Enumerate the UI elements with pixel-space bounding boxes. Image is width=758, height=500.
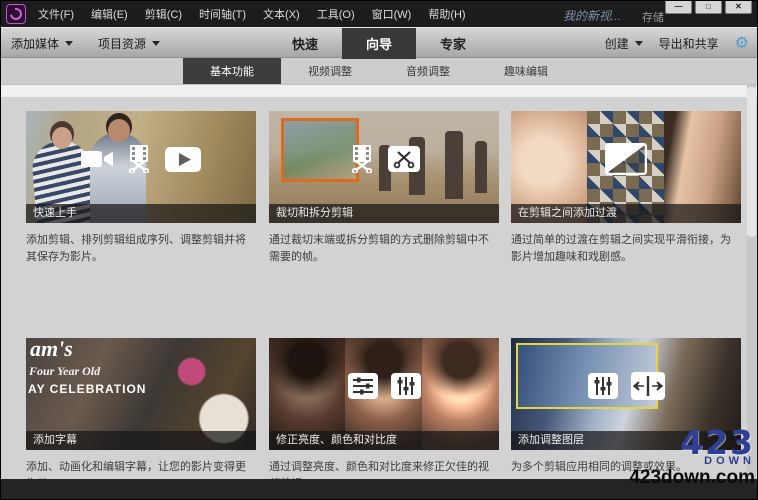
card-thumbnail: am's Four Year Old AY CELEBRATION 添加字幕: [26, 338, 256, 450]
title-overlay-text: AY CELEBRATION: [28, 382, 147, 396]
camcorder-icon: [81, 151, 113, 167]
category-tab[interactable]: 基本功能: [183, 58, 281, 84]
menu-bar: 文件(F) 编辑(E) 剪辑(C) 时间轴(T) 文本(X) 工具(O) 窗口(W) 帮助(H…: [38, 6, 466, 22]
thumbnail-icons: [511, 338, 741, 434]
mode-tab[interactable]: 快速: [268, 28, 342, 59]
window-controls: — □ ✕: [665, 1, 752, 14]
maximize-button[interactable]: □: [695, 1, 722, 14]
guided-edit-card-fix-color[interactable]: 修正亮度、颜色和对比度 通过调整亮度、颜色和对比度来修正欠佳的视频剪辑。: [269, 338, 499, 492]
chevron-down-icon: [65, 41, 74, 46]
trim-film-scissors-icon: [128, 145, 150, 173]
create-dropdown[interactable]: 创建: [605, 28, 643, 59]
mode-tab[interactable]: 专家: [416, 28, 490, 59]
guided-edit-card-get-started[interactable]: 快速上手 添加剪辑、排列剪辑组成序列、调整剪辑并将其保存为影片。: [26, 111, 256, 265]
menu-item[interactable]: 窗口(W): [372, 6, 412, 22]
thumbnail-icons: [269, 338, 499, 434]
title-overlay-text: am's: [30, 338, 73, 361]
add-media-label: 添加媒体: [11, 37, 60, 51]
scrollbar-thumb[interactable]: [747, 87, 756, 237]
card-thumbnail: 裁切和拆分剪辑: [269, 111, 499, 223]
menu-item[interactable]: 文本(X): [263, 6, 300, 22]
menu-item[interactable]: 工具(O): [317, 6, 355, 22]
project-assets-label: 项目资源: [98, 37, 147, 51]
play-button-icon: [165, 146, 201, 172]
card-thumbnail: 在剪辑之间添加过渡: [511, 111, 741, 223]
trim-film-scissors-icon: [351, 145, 372, 173]
thumbnail-icons: [511, 111, 741, 207]
card-description: 通过裁切末端或拆分剪辑的方式删除剪辑中不需要的帧。: [269, 234, 489, 263]
card-description: 添加剪辑、排列剪辑组成序列、调整剪辑并将其保存为影片。: [26, 234, 246, 263]
menu-item[interactable]: 编辑(E): [91, 6, 128, 22]
menu-item[interactable]: 时间轴(T): [199, 6, 246, 22]
category-tab[interactable]: 视频调整: [281, 58, 379, 84]
chevron-down-icon: [634, 41, 643, 46]
title-overlay-text: Four Year Old: [29, 364, 101, 378]
mode-tab[interactable]: 向导: [341, 28, 417, 59]
guided-edit-card-transitions[interactable]: 在剪辑之间添加过渡 通过简单的过渡在剪辑之间实现平滑衔接，为影片增加趣味和戏剧感…: [511, 111, 741, 265]
thumbnail-icons: [269, 111, 499, 207]
guided-edit-card-trim-split[interactable]: 裁切和拆分剪辑 通过裁切末端或拆分剪辑的方式删除剪辑中不需要的帧。: [269, 111, 499, 265]
toolbar-right: 创建 导出和共享 ⚙: [605, 28, 749, 59]
premiere-elements-logo-icon: [6, 4, 26, 24]
close-button[interactable]: ✕: [725, 1, 752, 14]
minimize-button[interactable]: —: [665, 1, 692, 14]
export-share-button[interactable]: 导出和共享: [659, 35, 719, 52]
main-toolbar: 添加媒体 项目资源 快速 向导 专家 创建 导出和共享 ⚙: [1, 27, 757, 59]
category-tab[interactable]: 音频调整: [379, 58, 477, 84]
guided-category-bar: 基本功能 视频调整 音频调整 趣味编辑: [1, 58, 757, 85]
thumbnail-icons: [26, 111, 256, 207]
app-window: 文件(F) 编辑(E) 剪辑(C) 时间轴(T) 文本(X) 工具(O) 窗口(W) 帮助(H…: [0, 0, 758, 500]
create-label: 创建: [604, 37, 629, 51]
transition-diagonal-icon: [605, 143, 647, 175]
card-title: 添加字幕: [26, 431, 256, 450]
chevron-down-icon: [152, 41, 161, 46]
title-bar: 文件(F) 编辑(E) 剪辑(C) 时间轴(T) 文本(X) 工具(O) 窗口(W) 帮助(H…: [1, 1, 757, 27]
add-media-dropdown[interactable]: 添加媒体: [11, 28, 74, 59]
save-button[interactable]: 存储: [642, 9, 664, 25]
apply-across-clips-icon: [630, 372, 665, 400]
card-description: 通过简单的过渡在剪辑之间实现平滑衔接，为影片增加趣味和戏剧感。: [511, 234, 731, 263]
sliders-vertical-icon: [587, 373, 618, 399]
panel-top-strip: [1, 85, 757, 97]
project-title: 我的新视...: [563, 9, 622, 23]
menu-item[interactable]: 文件(F): [38, 6, 74, 22]
mode-tabs: 快速 向导 专家: [268, 28, 490, 59]
card-thumbnail: 快速上手: [26, 111, 256, 223]
sliders-vertical-icon: [390, 373, 421, 399]
settings-gear-icon[interactable]: ⚙: [735, 35, 749, 52]
scrollbar-track[interactable]: [747, 85, 756, 479]
sliders-horizontal-icon: [347, 373, 378, 399]
watermark: 423 DOWN 423down.com: [629, 426, 755, 487]
card-thumbnail: 修正亮度、颜色和对比度: [269, 338, 499, 450]
project-assets-dropdown[interactable]: 项目资源: [98, 28, 161, 59]
watermark-url: 423down.com: [629, 467, 755, 488]
guided-edit-card-titles[interactable]: am's Four Year Old AY CELEBRATION 添加字幕 添…: [26, 338, 256, 492]
scissors-split-icon: [387, 146, 420, 172]
menu-item[interactable]: 帮助(H): [428, 6, 465, 22]
category-tab[interactable]: 趣味编辑: [477, 58, 575, 84]
menu-item[interactable]: 剪辑(C): [145, 6, 182, 22]
guided-edits-panel: 快速上手 添加剪辑、排列剪辑组成序列、调整剪辑并将其保存为影片。 裁切和拆分剪辑…: [1, 85, 757, 490]
